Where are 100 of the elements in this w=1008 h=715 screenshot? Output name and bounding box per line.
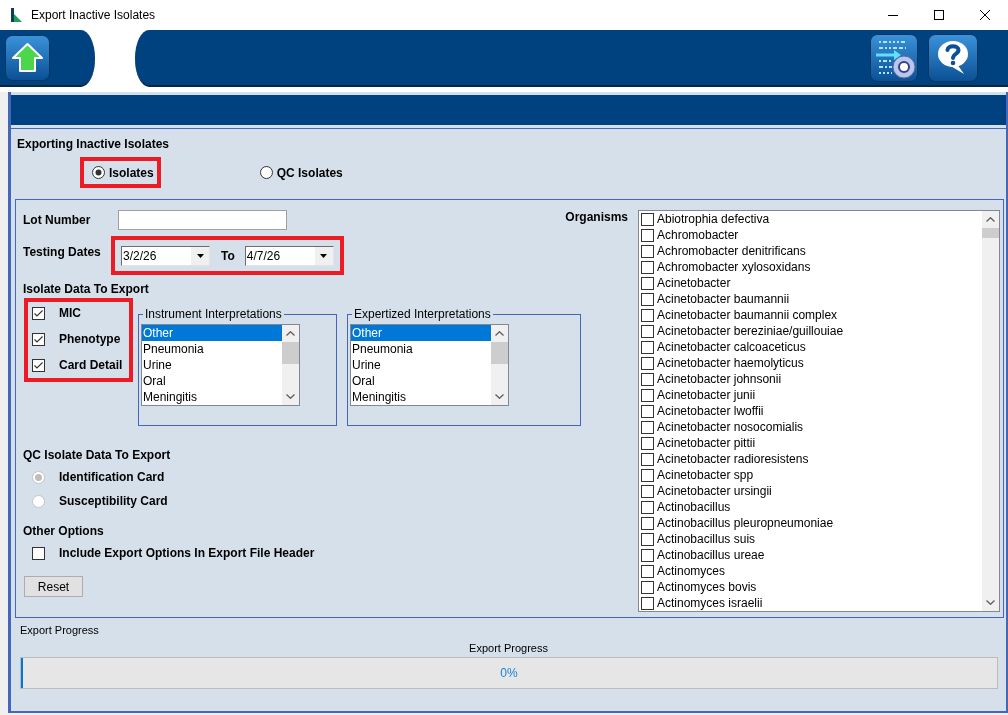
list-box[interactable]: Other Pneumonia Urine Oral Meningitis [350,324,509,406]
radio-label: Isolates [109,165,154,180]
checkbox[interactable] [641,324,654,338]
list-item[interactable]: Meningitis [351,389,491,405]
checkbox-label[interactable]: Achromobacter [657,227,739,243]
checkbox-label[interactable]: Acinetobacter haemolyticus [657,355,804,371]
radio-button[interactable] [259,166,273,179]
checkbox-label[interactable]: Acinetobacter pittii [657,435,756,451]
checkbox[interactable] [641,340,654,354]
checkbox[interactable] [641,468,654,482]
close-icon[interactable] [980,10,990,20]
home-icon[interactable] [5,34,50,81]
checkbox-label[interactable]: Actinomyces israelii [657,595,763,611]
checkbox[interactable] [641,276,654,290]
checkbox[interactable] [32,333,45,346]
checkbox[interactable] [32,359,45,372]
checkbox-label[interactable]: Acinetobacter baumannii complex [657,307,838,323]
window-title: Export Inactive Isolates [31,8,156,22]
chevron-up-icon[interactable] [495,331,504,336]
checkbox[interactable] [641,260,654,274]
checkbox-label[interactable]: Achromobacter denitrificans [657,243,806,259]
chevron-down-icon[interactable] [986,600,995,605]
checkbox[interactable] [641,228,654,242]
checkbox-label[interactable]: Acinetobacter johnsonii [657,371,782,387]
checkbox[interactable] [641,212,654,226]
checkbox-label[interactable]: Acinetobacter bereziniae/guillouiae [657,323,844,339]
checkbox-label[interactable]: Actinobacillus pleuropneumoniae [657,515,834,531]
checkbox[interactable] [641,516,654,530]
checkbox[interactable] [32,307,45,320]
checkbox-label[interactable]: Achromobacter xylosoxidans [657,259,811,275]
checkbox-label[interactable]: Acinetobacter [657,275,731,291]
app-icon [11,8,22,22]
help-icon[interactable] [928,33,978,82]
checkbox-label[interactable]: Actinobacillus ureae [657,547,765,563]
dropdown-button[interactable] [314,247,333,265]
checkbox[interactable] [641,564,654,578]
group-title: Instrument Interpretations [144,307,283,321]
checkbox-label[interactable]: Actinobacillus [657,499,731,515]
section-heading: Exporting Inactive Isolates [17,137,170,151]
checkbox[interactable] [32,547,45,560]
list-box[interactable]: Other Pneumonia Urine Oral Meningitis [141,324,300,406]
checkbox-label[interactable]: Acinetobacter junii [657,387,756,403]
radio-button[interactable] [92,166,105,179]
checkbox[interactable] [641,484,654,498]
scroll-thumb[interactable] [282,342,299,364]
list-item[interactable]: Pneumonia [142,341,282,357]
chevron-down-icon[interactable] [495,394,504,399]
list-box[interactable] [638,210,1000,612]
checkbox-label[interactable]: Acinetobacter radioresistens [657,451,809,467]
checkbox[interactable] [641,356,654,370]
list-item[interactable]: Pneumonia [351,341,491,357]
checkbox[interactable] [641,372,654,386]
input-field[interactable] [118,210,287,230]
checkbox-label[interactable]: Acinetobacter calcoaceticus [657,339,806,355]
date-picker[interactable]: 3/2/26 [121,246,210,266]
checkbox-label[interactable]: Actinomyces [657,563,726,579]
checkbox-label[interactable]: Actinomyces bovis [657,579,757,595]
checkbox[interactable] [641,420,654,434]
checkbox-label[interactable]: Acinetobacter nosocomialis [657,419,804,435]
list-item[interactable]: Oral [142,373,282,389]
checkbox[interactable] [641,452,654,466]
checkbox[interactable] [641,500,654,514]
checkbox-label[interactable]: Acinetobacter baumannii [657,291,790,307]
chevron-down-icon[interactable] [286,394,295,399]
checkbox[interactable] [641,244,654,258]
scroll-thumb[interactable] [982,228,999,238]
field-label: To [221,249,235,263]
checkbox[interactable] [641,436,654,450]
dropdown-button[interactable] [191,247,209,265]
list-item[interactable]: Other [142,325,282,341]
checkbox-label[interactable]: Acinetobacter spp [657,467,754,483]
checkbox[interactable] [641,532,654,546]
checkbox[interactable] [641,596,654,610]
checkbox[interactable] [641,292,654,306]
reset-button[interactable]: Reset [24,576,83,597]
group-title: Expertized Interpretations [353,307,492,321]
date-picker[interactable]: 4/7/26 [244,246,334,266]
checkbox[interactable] [641,404,654,418]
scrollbar[interactable] [982,211,999,611]
checkbox-label[interactable]: Abiotrophia defectiva [657,211,770,227]
scrollbar[interactable] [491,325,508,405]
checkbox[interactable] [641,548,654,562]
chevron-up-icon[interactable] [986,217,995,222]
checkbox-label[interactable]: Acinetobacter lwoffii [657,403,764,419]
list-item[interactable]: Urine [142,357,282,373]
maximize-icon[interactable] [934,10,944,20]
list-item[interactable]: Meningitis [142,389,282,405]
scrollbar[interactable] [282,325,299,405]
chevron-up-icon[interactable] [286,331,295,336]
checkbox-label[interactable]: Acinetobacter ursingii [657,483,772,499]
minimize-icon[interactable] [888,14,898,16]
scroll-thumb[interactable] [491,342,508,364]
checkbox[interactable] [641,308,654,322]
checkbox[interactable] [641,388,654,402]
caret-down-icon [320,254,328,258]
list-item[interactable]: Urine [351,357,491,373]
list-item[interactable]: Other [351,325,491,341]
checkbox-label[interactable]: Actinobacillus suis [657,531,756,547]
checkbox[interactable] [641,580,654,594]
list-item[interactable]: Oral [351,373,491,389]
